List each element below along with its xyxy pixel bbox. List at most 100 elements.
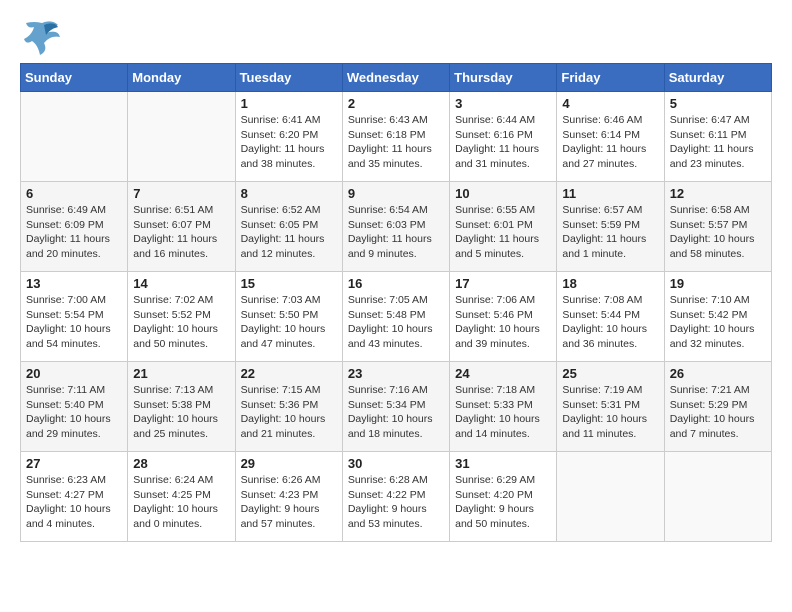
day-number: 1: [241, 96, 337, 111]
day-info: Sunrise: 6:24 AM Sunset: 4:25 PM Dayligh…: [133, 473, 229, 532]
day-info: Sunrise: 7:03 AM Sunset: 5:50 PM Dayligh…: [241, 293, 337, 352]
calendar-cell: 29 Sunrise: 6:26 AM Sunset: 4:23 PM Dayli…: [235, 452, 342, 542]
day-number: 29: [241, 456, 337, 471]
day-info: Sunrise: 7:10 AM Sunset: 5:42 PM Dayligh…: [670, 293, 766, 352]
calendar-cell: 9 Sunrise: 6:54 AM Sunset: 6:03 PM Daylig…: [342, 182, 449, 272]
week-row-2: 6 Sunrise: 6:49 AM Sunset: 6:09 PM Daylig…: [21, 182, 772, 272]
calendar-cell: 10Sunrise: 6:55 AM Sunset: 6:01 PM Dayli…: [450, 182, 557, 272]
day-number: 25: [562, 366, 658, 381]
header: [20, 15, 772, 53]
day-number: 5: [670, 96, 766, 111]
calendar-cell: [664, 452, 771, 542]
calendar-cell: 1Sunrise: 6:41 AM Sunset: 6:20 PM Daylig…: [235, 92, 342, 182]
calendar-cell: 14Sunrise: 7:02 AM Sunset: 5:52 PM Dayli…: [128, 272, 235, 362]
calendar-cell: [557, 452, 664, 542]
day-number: 20: [26, 366, 122, 381]
weekday-friday: Friday: [557, 64, 664, 92]
calendar-cell: 6 Sunrise: 6:49 AM Sunset: 6:09 PM Daylig…: [21, 182, 128, 272]
day-info: Sunrise: 6:43 AM Sunset: 6:18 PM Dayligh…: [348, 113, 444, 172]
logo: [20, 15, 64, 53]
day-number: 30: [348, 456, 444, 471]
day-number: 19: [670, 276, 766, 291]
day-number: 24: [455, 366, 551, 381]
calendar-cell: 30 Sunrise: 6:28 AM Sunset: 4:22 PM Dayli…: [342, 452, 449, 542]
calendar-cell: 18 Sunrise: 7:08 AM Sunset: 5:44 PM Dayli…: [557, 272, 664, 362]
day-info: Sunrise: 6:23 AM Sunset: 4:27 PM Dayligh…: [26, 473, 122, 532]
day-number: 6: [26, 186, 122, 201]
calendar-cell: 26 Sunrise: 7:21 AM Sunset: 5:29 PM Dayli…: [664, 362, 771, 452]
day-info: Sunrise: 6:55 AM Sunset: 6:01 PM Dayligh…: [455, 203, 551, 262]
day-number: 2: [348, 96, 444, 111]
calendar-cell: 3 Sunrise: 6:44 AM Sunset: 6:16 PM Daylig…: [450, 92, 557, 182]
day-number: 12: [670, 186, 766, 201]
day-info: Sunrise: 7:19 AM Sunset: 5:31 PM Dayligh…: [562, 383, 658, 442]
day-info: Sunrise: 7:15 AM Sunset: 5:36 PM Dayligh…: [241, 383, 337, 442]
day-number: 9: [348, 186, 444, 201]
day-number: 18: [562, 276, 658, 291]
weekday-sunday: Sunday: [21, 64, 128, 92]
day-info: Sunrise: 6:49 AM Sunset: 6:09 PM Dayligh…: [26, 203, 122, 262]
day-number: 17: [455, 276, 551, 291]
calendar-cell: 2 Sunrise: 6:43 AM Sunset: 6:18 PM Daylig…: [342, 92, 449, 182]
day-info: Sunrise: 7:18 AM Sunset: 5:33 PM Dayligh…: [455, 383, 551, 442]
calendar-cell: 16 Sunrise: 7:05 AM Sunset: 5:48 PM Dayli…: [342, 272, 449, 362]
calendar-cell: 28Sunrise: 6:24 AM Sunset: 4:25 PM Dayli…: [128, 452, 235, 542]
weekday-tuesday: Tuesday: [235, 64, 342, 92]
weekday-header-row: SundayMondayTuesdayWednesdayThursdayFrid…: [21, 64, 772, 92]
day-info: Sunrise: 6:52 AM Sunset: 6:05 PM Dayligh…: [241, 203, 337, 262]
calendar-cell: 20 Sunrise: 7:11 AM Sunset: 5:40 PM Dayli…: [21, 362, 128, 452]
calendar-cell: 5 Sunrise: 6:47 AM Sunset: 6:11 PM Daylig…: [664, 92, 771, 182]
day-info: Sunrise: 7:21 AM Sunset: 5:29 PM Dayligh…: [670, 383, 766, 442]
weekday-monday: Monday: [128, 64, 235, 92]
calendar-cell: 22 Sunrise: 7:15 AM Sunset: 5:36 PM Dayli…: [235, 362, 342, 452]
day-number: 23: [348, 366, 444, 381]
week-row-3: 13 Sunrise: 7:00 AM Sunset: 5:54 PM Dayli…: [21, 272, 772, 362]
day-info: Sunrise: 6:58 AM Sunset: 5:57 PM Dayligh…: [670, 203, 766, 262]
day-info: Sunrise: 6:57 AM Sunset: 5:59 PM Dayligh…: [562, 203, 658, 262]
calendar-cell: 11Sunrise: 6:57 AM Sunset: 5:59 PM Dayli…: [557, 182, 664, 272]
weekday-thursday: Thursday: [450, 64, 557, 92]
day-info: Sunrise: 7:08 AM Sunset: 5:44 PM Dayligh…: [562, 293, 658, 352]
day-info: Sunrise: 7:11 AM Sunset: 5:40 PM Dayligh…: [26, 383, 122, 442]
calendar-cell: 15 Sunrise: 7:03 AM Sunset: 5:50 PM Dayli…: [235, 272, 342, 362]
calendar-cell: 13 Sunrise: 7:00 AM Sunset: 5:54 PM Dayli…: [21, 272, 128, 362]
week-row-4: 20 Sunrise: 7:11 AM Sunset: 5:40 PM Dayli…: [21, 362, 772, 452]
day-number: 13: [26, 276, 122, 291]
day-info: Sunrise: 6:51 AM Sunset: 6:07 PM Dayligh…: [133, 203, 229, 262]
week-row-1: 1Sunrise: 6:41 AM Sunset: 6:20 PM Daylig…: [21, 92, 772, 182]
day-number: 15: [241, 276, 337, 291]
day-info: Sunrise: 6:28 AM Sunset: 4:22 PM Dayligh…: [348, 473, 444, 532]
calendar-cell: 25 Sunrise: 7:19 AM Sunset: 5:31 PM Dayli…: [557, 362, 664, 452]
day-info: Sunrise: 6:47 AM Sunset: 6:11 PM Dayligh…: [670, 113, 766, 172]
day-number: 26: [670, 366, 766, 381]
weekday-wednesday: Wednesday: [342, 64, 449, 92]
day-number: 27: [26, 456, 122, 471]
day-number: 22: [241, 366, 337, 381]
calendar-cell: 17Sunrise: 7:06 AM Sunset: 5:46 PM Dayli…: [450, 272, 557, 362]
calendar-cell: [128, 92, 235, 182]
day-info: Sunrise: 7:16 AM Sunset: 5:34 PM Dayligh…: [348, 383, 444, 442]
calendar-cell: 7Sunrise: 6:51 AM Sunset: 6:07 PM Daylig…: [128, 182, 235, 272]
day-info: Sunrise: 6:26 AM Sunset: 4:23 PM Dayligh…: [241, 473, 337, 532]
calendar-cell: 24 Sunrise: 7:18 AM Sunset: 5:33 PM Dayli…: [450, 362, 557, 452]
calendar-cell: 8Sunrise: 6:52 AM Sunset: 6:05 PM Daylig…: [235, 182, 342, 272]
day-info: Sunrise: 7:00 AM Sunset: 5:54 PM Dayligh…: [26, 293, 122, 352]
day-info: Sunrise: 6:29 AM Sunset: 4:20 PM Dayligh…: [455, 473, 551, 532]
logo-icon: [20, 15, 60, 53]
day-info: Sunrise: 7:13 AM Sunset: 5:38 PM Dayligh…: [133, 383, 229, 442]
day-info: Sunrise: 6:46 AM Sunset: 6:14 PM Dayligh…: [562, 113, 658, 172]
calendar-cell: 12 Sunrise: 6:58 AM Sunset: 5:57 PM Dayli…: [664, 182, 771, 272]
day-number: 21: [133, 366, 229, 381]
calendar-cell: 4 Sunrise: 6:46 AM Sunset: 6:14 PM Daylig…: [557, 92, 664, 182]
calendar-cell: [21, 92, 128, 182]
day-number: 3: [455, 96, 551, 111]
day-info: Sunrise: 6:44 AM Sunset: 6:16 PM Dayligh…: [455, 113, 551, 172]
day-info: Sunrise: 6:54 AM Sunset: 6:03 PM Dayligh…: [348, 203, 444, 262]
calendar-table: SundayMondayTuesdayWednesdayThursdayFrid…: [20, 63, 772, 542]
day-number: 4: [562, 96, 658, 111]
week-row-5: 27 Sunrise: 6:23 AM Sunset: 4:27 PM Dayli…: [21, 452, 772, 542]
calendar-cell: 27 Sunrise: 6:23 AM Sunset: 4:27 PM Dayli…: [21, 452, 128, 542]
day-info: Sunrise: 7:05 AM Sunset: 5:48 PM Dayligh…: [348, 293, 444, 352]
day-number: 16: [348, 276, 444, 291]
day-number: 14: [133, 276, 229, 291]
